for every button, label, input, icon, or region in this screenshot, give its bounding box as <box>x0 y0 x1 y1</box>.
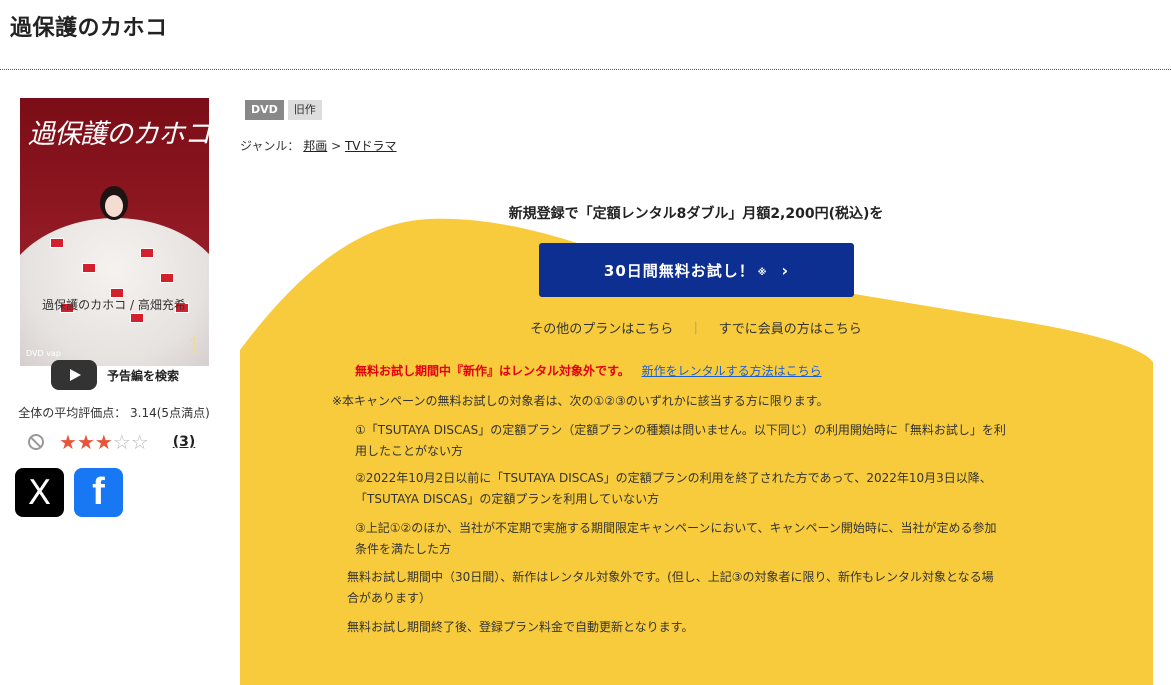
badges: DVD 旧作 <box>245 100 322 120</box>
title-divider <box>0 69 1171 70</box>
other-plans-link[interactable]: その他のプランはこちら <box>530 322 673 337</box>
terms-item2-line1: ②2022年10月2日以前に「TSUTAYA DISCAS」の定額プランの利用を… <box>355 471 992 485</box>
genre-label: ジャンル： <box>240 139 300 153</box>
facebook-share-icon[interactable]: f <box>74 468 123 517</box>
x-share-label: X <box>27 472 52 513</box>
jacket-volume: 1 <box>187 335 201 360</box>
jacket-title: 過保護のカホコ <box>28 119 209 150</box>
member-login-link[interactable]: すでに会員の方はこちら <box>719 322 862 337</box>
jacket-card <box>160 273 174 283</box>
genre-link-tvdrama[interactable]: TVドラマ <box>345 139 397 153</box>
jacket-card <box>50 238 64 248</box>
terms-note1-line2: 合があります） <box>347 591 432 605</box>
trailer-search-button[interactable]: 予告編を検索 <box>51 360 179 390</box>
free-trial-button[interactable]: 30日間無料お試し！ ※ › <box>539 243 854 297</box>
product-caption: 過保護のカホコ / 高畑充希 <box>42 298 186 312</box>
new-release-notice: 無料お試し期間中『新作』はレンタル対象外です。 新作をレンタルする方法はこちら <box>355 362 822 379</box>
star-filled-icon: ★ <box>59 430 77 454</box>
terms-item3-line1: ③上記①②のほか、当社が不定期で実施する期間限定キャンペーンにおいて、キャンペー… <box>355 521 997 535</box>
rating-summary: 全体の平均評価点： 3.14(5点満点) <box>18 406 210 420</box>
x-share-icon[interactable]: X <box>15 468 64 517</box>
star-empty-icon: ☆ <box>112 430 131 454</box>
star-filled-icon: ★ <box>94 430 113 454</box>
plan-links: その他のプランはこちら ｜ すでに会員の方はこちら <box>240 318 1152 337</box>
genre-breadcrumb: ジャンル： 邦画 > TVドラマ <box>240 137 397 154</box>
jacket-card <box>130 313 144 323</box>
terms-note2: 無料お試し期間終了後、登録プラン料金で自動更新となります。 <box>347 620 694 634</box>
not-interested-icon[interactable] <box>28 434 44 450</box>
new-release-rental-link[interactable]: 新作をレンタルする方法はこちら <box>642 364 822 378</box>
page-title: 過保護のカホコ <box>10 16 168 41</box>
format-badge: DVD <box>245 100 284 120</box>
facebook-share-label: f <box>92 471 105 513</box>
terms-item1-line1: ①「TSUTAYA DISCAS」の定額プラン（定額プランの種類は問いません。以… <box>355 423 1006 437</box>
terms-intro: ※本キャンペーンの無料お試しの対象者は、次の①②③のいずれかに該当する方に限りま… <box>332 394 829 408</box>
genre-separator: > <box>331 139 342 153</box>
play-icon <box>51 360 97 390</box>
trailer-label: 予告編を検索 <box>107 368 180 383</box>
trial-note-mark: ※ <box>757 268 768 278</box>
star-filled-icon: ★ <box>76 430 95 454</box>
genre-link-houga[interactable]: 邦画 <box>303 139 327 153</box>
star-empty-icon: ☆ <box>130 430 149 454</box>
status-badge: 旧作 <box>287 100 322 120</box>
jacket-face <box>105 195 123 217</box>
review-count-link[interactable]: (3) <box>173 434 196 450</box>
chevron-right-icon: › <box>781 260 790 280</box>
terms-item1-line2: 用したことがない方 <box>355 444 464 458</box>
rating-row: ★★★☆☆ (3) <box>28 430 195 454</box>
terms-item2-line2: 「TSUTAYA DISCAS」の定額プランを利用していない方 <box>355 492 660 506</box>
new-release-warning: 無料お試し期間中『新作』はレンタル対象外です。 <box>355 364 630 378</box>
promo-headline: 新規登録で「定額レンタル8ダブル」月額2,200円(税込)を <box>508 206 884 222</box>
trial-button-label: 30日間無料お試し！ <box>603 261 755 280</box>
terms-note1-line1: 無料お試し期間中（30日間）、新作はレンタル対象外です。(但し、上記③の対象者に… <box>347 570 994 584</box>
jacket-logo: DVD vap <box>26 349 61 358</box>
jacket-card <box>82 263 96 273</box>
jacket-card <box>140 248 154 258</box>
plan-links-separator: ｜ <box>689 322 703 337</box>
dvd-jacket-image[interactable]: 過保護のカホコ DVD vap 1 <box>20 98 209 366</box>
star-rating: ★★★☆☆ <box>59 430 149 454</box>
terms-item3-line2: 条件を満たした方 <box>355 542 452 556</box>
